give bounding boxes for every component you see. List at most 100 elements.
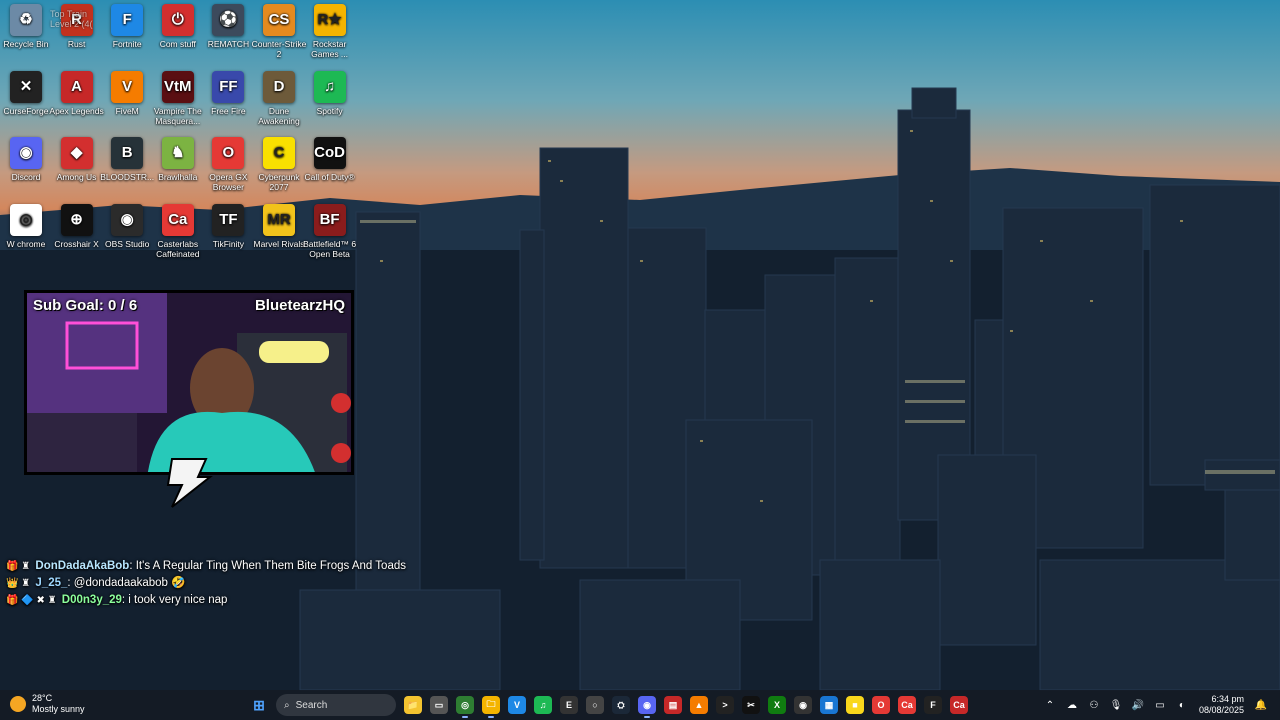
- desktop-icon-marvel-rivals[interactable]: MR Marvel Rivals: [251, 203, 307, 249]
- epic-games-taskbar-button[interactable]: E: [559, 695, 579, 715]
- clock-date: 08/08/2025: [1198, 705, 1244, 715]
- desktop-icon-spotify[interactable]: ♫ Spotify: [302, 70, 358, 116]
- desktop-icon-brawlhalla[interactable]: ♞ Brawlhalla: [150, 137, 206, 182]
- task-view-taskbar-button[interactable]: ▭: [429, 695, 449, 715]
- onedrive-icon[interactable]: ☁: [1065, 698, 1079, 712]
- desktop-icon-label: Battlefield™ 6 Open Beta: [303, 238, 357, 259]
- tikfinity-icon: F: [924, 696, 942, 714]
- power-icon: ⏻: [161, 4, 194, 36]
- terminal-taskbar-button[interactable]: >: [715, 695, 735, 715]
- notification-bell-icon[interactable]: 🔔: [1254, 698, 1268, 712]
- desktop-icon-chrome[interactable]: ◎ W chrome: [0, 203, 54, 249]
- chrome-icon: ◎: [10, 203, 42, 236]
- desktop-icon-discord[interactable]: ◉ Discord: [0, 137, 54, 182]
- desktop-icon-apex[interactable]: A Apex Legends: [49, 70, 105, 116]
- desktop-icon-fivem[interactable]: V FiveM: [99, 70, 155, 116]
- desktop-icon-casterlabs[interactable]: Ca Casterlabs Caffeinated: [150, 203, 206, 259]
- steam-taskbar-button[interactable]: ⛭: [611, 695, 631, 715]
- casterlabs-taskbar-button[interactable]: Ca: [897, 695, 917, 715]
- xbox-icon: X: [768, 696, 786, 714]
- vlc-icon: ▲: [690, 696, 708, 714]
- desktop-icon-crosshair[interactable]: ⊕ Crosshair X: [49, 203, 105, 249]
- spotify-icon: ♫: [534, 696, 552, 714]
- circle-app-taskbar-button[interactable]: ○: [585, 695, 605, 715]
- weather-temperature: 28°C: [32, 693, 53, 703]
- weather-widget[interactable]: 28°C Mostly sunny: [10, 693, 85, 715]
- xbox-taskbar-button[interactable]: X: [767, 695, 787, 715]
- desktop-icon-label: Among Us: [56, 172, 97, 182]
- vscode-taskbar-button[interactable]: V: [507, 695, 527, 715]
- discord-taskbar-button[interactable]: ◉: [637, 695, 657, 718]
- chat-text: @dondadaakabob 🤣: [73, 577, 186, 589]
- desktop-icon-free-fire[interactable]: FF Free Fire: [200, 70, 256, 116]
- file-explorer-icon: 📁: [404, 696, 422, 714]
- desktop-icon-label: REMATCH: [207, 39, 250, 49]
- file-explorer-taskbar-button[interactable]: 📁: [403, 695, 423, 715]
- desktop-icon-opera-gx[interactable]: O Opera GX Browser: [200, 137, 256, 192]
- crosshair-icon: ⊕: [60, 203, 93, 236]
- search-input[interactable]: ⌕ Search: [276, 694, 396, 716]
- obs-icon: ◉: [111, 203, 144, 236]
- tikfinity-taskbar-button[interactable]: F: [923, 695, 943, 715]
- counter-strike-icon: CS: [263, 4, 295, 36]
- desktop-icon-vampire[interactable]: VtM Vampire The Masquera...: [150, 70, 206, 126]
- desktop-icon-tikfinity[interactable]: TF TikFinity: [200, 203, 256, 249]
- vlc-taskbar-button[interactable]: ▲: [689, 695, 709, 715]
- taskbar: 28°C Mostly sunny ⊞ ⌕ Search 📁 ▭ ◎ 🗀 V ♫ E ○ ⛭ ◉ ▤…: [0, 690, 1280, 720]
- desktop-icon-curseforge[interactable]: ✕ CurseForge: [0, 70, 54, 116]
- recycle-bin-icon: ♻: [10, 4, 42, 36]
- vscode-icon: V: [508, 696, 526, 714]
- folder-taskbar-button[interactable]: 🗀: [481, 695, 501, 718]
- desktop-icon-obs[interactable]: ◉ OBS Studio: [99, 203, 155, 249]
- spotify-icon: ♫: [313, 70, 346, 103]
- desktop-icon-label: Rockstar Games ...: [311, 39, 349, 59]
- desktop-icon-call-of-duty[interactable]: CoD Call of Duty®: [302, 137, 358, 182]
- desktop-icon-fortnite[interactable]: F Fortnite: [99, 4, 155, 49]
- chat-message: 👑 ♜ J_25_: @dondadaakabob 🤣: [6, 575, 466, 592]
- desktop-icon-battlefield[interactable]: BF Battlefield™ 6 Open Beta: [302, 203, 358, 259]
- opera-gx-icon: O: [872, 696, 890, 714]
- chevron-up-icon[interactable]: ⌃: [1043, 698, 1057, 712]
- search-icon: ⌕: [284, 699, 290, 711]
- desktop-icon-dune[interactable]: D Dune Awakening: [251, 70, 307, 126]
- notepad-taskbar-button[interactable]: ▤: [663, 695, 683, 715]
- system-tray: ⌃ ☁ ⚇ 🎙 🔊 ▭ ◐ 6:34 pm 08/08/2025 🔔: [1039, 693, 1272, 717]
- desktop-icon-rematch[interactable]: ⚽ REMATCH: [200, 4, 256, 49]
- microphone-icon[interactable]: 🎙: [1109, 698, 1123, 712]
- desktop-icon-rockstar[interactable]: R★ Rockstar Games ...: [302, 4, 358, 59]
- top-train-overlay: Top Train Level 2 (4(: [50, 9, 93, 29]
- obs-taskbar-button[interactable]: ◉: [793, 695, 813, 715]
- desktop-icon-bloodstrike[interactable]: B BLOODSTR...: [99, 137, 155, 182]
- opera-gx-taskbar-button[interactable]: O: [871, 695, 891, 715]
- start-button[interactable]: ⊞: [249, 695, 269, 715]
- channel-logo: [166, 458, 213, 508]
- spotify-taskbar-button[interactable]: ♫: [533, 695, 553, 715]
- desktop-icon-recycle-bin[interactable]: ♻ Recycle Bin: [0, 4, 54, 49]
- casterlabs-2-taskbar-button[interactable]: Ca: [949, 695, 969, 715]
- vampire-icon: VtM: [161, 70, 194, 103]
- speaker-icon[interactable]: 🔊: [1131, 698, 1145, 712]
- steam-icon: ⛭: [612, 696, 630, 714]
- sticky-notes-icon: ■: [846, 696, 864, 714]
- battery-icon[interactable]: ▭: [1153, 698, 1167, 712]
- chat-message: 🎁 🔷 ✖ ♜ D00n3y_29: i took very nice nap: [6, 592, 466, 609]
- desktop-icon-cyberpunk[interactable]: C Cyberpunk 2077: [251, 137, 307, 192]
- clock[interactable]: 6:34 pm 08/08/2025: [1199, 694, 1244, 716]
- webcam-feed: [27, 293, 351, 472]
- notification-icon[interactable]: ◐: [1175, 698, 1189, 712]
- notepad-icon: ▤: [664, 696, 682, 714]
- desktop-icon-power[interactable]: ⏻ Com stuff: [150, 4, 206, 49]
- opera-gx-icon: O: [212, 137, 245, 169]
- desktop-icon-label: Marvel Rivals: [253, 238, 305, 249]
- photos-taskbar-button[interactable]: ▦: [819, 695, 839, 715]
- pinned-apps: 📁 ▭ ◎ 🗀 V ♫ E ○ ⛭ ◉ ▤ ▲ > ✂ X ◉ ▦ ■ O Ca F Ca: [400, 695, 972, 718]
- desktop-icon-counter-strike[interactable]: CS Counter-Strike 2: [251, 4, 307, 59]
- capcut-taskbar-button[interactable]: ✂: [741, 695, 761, 715]
- desktop-icon-label: FiveM: [115, 105, 139, 116]
- desktop-icon-label: Rust: [67, 39, 86, 49]
- sticky-notes-taskbar-button[interactable]: ■: [845, 695, 865, 715]
- desktop-icon-label: Discord: [11, 172, 41, 182]
- network-icon[interactable]: ⚇: [1087, 698, 1101, 712]
- chrome-taskbar-button[interactable]: ◎: [455, 695, 475, 718]
- desktop-icon-among-us[interactable]: ◆ Among Us: [49, 137, 105, 182]
